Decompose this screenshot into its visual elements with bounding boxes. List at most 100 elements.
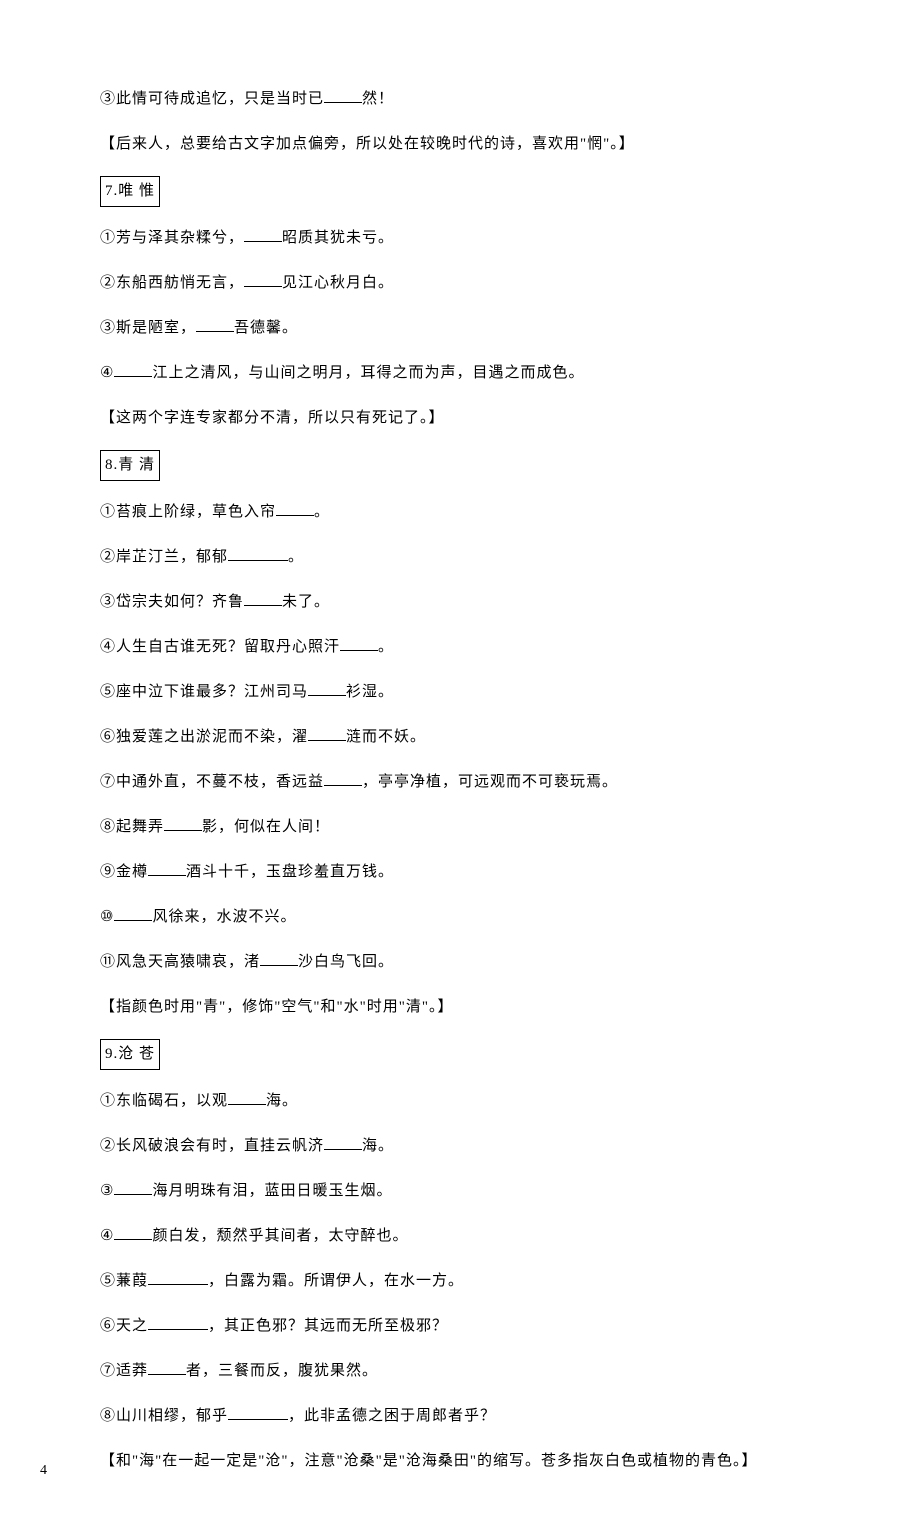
text: 【指颜色时用"青"，修饰"空气"和"水"时用"清"。】	[100, 999, 454, 1015]
text: ，其正色邪？其远而无所至极邪？	[208, 1318, 448, 1334]
text-line: ④颜白发，颓然乎其间者，太守醉也。	[100, 1223, 840, 1250]
text: 未了。	[282, 594, 330, 610]
fill-blank[interactable]	[260, 951, 298, 966]
fill-blank[interactable]	[324, 88, 362, 103]
fill-blank[interactable]	[148, 861, 186, 876]
text-line: ⑤座中泣下谁最多？江州司马 衫湿。	[100, 679, 840, 706]
text: ⑦中通外直，不蔓不枝，香远益	[100, 774, 324, 790]
text: 。	[314, 504, 330, 520]
text: 。	[378, 639, 394, 655]
text: 沙白鸟飞回。	[298, 954, 394, 970]
text-line: ②长风破浪会有时，直挂云帆济 海。	[100, 1133, 840, 1160]
text: ③岱宗夫如何？齐鲁	[100, 594, 244, 610]
fill-blank[interactable]	[148, 1360, 186, 1375]
text-line: ⑪风急天高猿啸哀，渚 沙白鸟飞回。	[100, 949, 840, 976]
text-line: ①东临碣石，以观海。	[100, 1088, 840, 1115]
fill-blank[interactable]	[276, 501, 314, 516]
fill-blank[interactable]	[148, 1315, 208, 1330]
text-line: ③ 海月明珠有泪，蓝田日暖玉生烟。	[100, 1178, 840, 1205]
fill-blank[interactable]	[228, 546, 288, 561]
text: ，此非孟德之困于周郎者乎？	[288, 1408, 496, 1424]
text-line: ④人生自古谁无死？留取丹心照汗。	[100, 634, 840, 661]
section-heading: 9.沧 苍	[100, 1039, 840, 1070]
text: 然！	[362, 91, 394, 107]
text: ⑥天之	[100, 1318, 148, 1334]
text-line: ⑧起舞弄 影，何似在人间！	[100, 814, 840, 841]
text-line: ⑥独爱莲之出淤泥而不染，濯涟而不妖。	[100, 724, 840, 751]
text: 海。	[266, 1093, 298, 1109]
text: 【这两个字连专家都分不清，所以只有死记了。】	[100, 410, 445, 426]
text-line: ③岱宗夫如何？齐鲁 未了。	[100, 589, 840, 616]
fill-blank[interactable]	[324, 771, 362, 786]
text-line: ⑧山川相缪，郁乎 ，此非孟德之困于周郎者乎？	[100, 1403, 840, 1430]
note-line: 【和"海"在一起一定是"沧"，注意"沧桑"是"沧海桑田"的缩写。苍多指灰白色或植…	[100, 1448, 840, 1475]
text: ⑥独爱莲之出淤泥而不染，濯	[100, 729, 308, 745]
fill-blank[interactable]	[244, 591, 282, 606]
text: 衫湿。	[346, 684, 394, 700]
text: 。	[288, 549, 304, 565]
text: 影，何似在人间！	[202, 819, 330, 835]
text: ⑦适莽	[100, 1363, 148, 1379]
text-line: ③此情可待成追忆，只是当时已然！	[100, 86, 840, 113]
text: 者，三餐而反，腹犹果然。	[186, 1363, 378, 1379]
text: ⑪风急天高猿啸哀，渚	[100, 954, 260, 970]
text: 海。	[362, 1138, 394, 1154]
text: ②岸芷汀兰，郁郁	[100, 549, 228, 565]
text: 江上之清风，与山间之明月，耳得之而为声，目遇之而成色。	[152, 365, 584, 381]
note-line: 【这两个字连专家都分不清，所以只有死记了。】	[100, 405, 840, 432]
text: ⑧山川相缪，郁乎	[100, 1408, 228, 1424]
text-line: ⑥天之 ，其正色邪？其远而无所至极邪？	[100, 1313, 840, 1340]
text: ⑩	[100, 909, 114, 925]
text-line: ⑤蒹葭 ，白露为霜。所谓伊人，在水一方。	[100, 1268, 840, 1295]
section-heading: 7.唯 惟	[100, 176, 840, 207]
fill-blank[interactable]	[324, 1135, 362, 1150]
text: 【和"海"在一起一定是"沧"，注意"沧桑"是"沧海桑田"的缩写。苍多指灰白色或植…	[100, 1453, 758, 1469]
text: ⑤座中泣下谁最多？江州司马	[100, 684, 308, 700]
fill-blank[interactable]	[244, 272, 282, 287]
fill-blank[interactable]	[228, 1405, 288, 1420]
text: 昭质其犹未亏。	[282, 230, 394, 246]
fill-blank[interactable]	[114, 362, 152, 377]
text: 【后来人，总要给古文字加点偏旁，所以处在较晚时代的诗，喜欢用"惘"。】	[100, 136, 635, 152]
section-heading: 8.青 清	[100, 450, 840, 481]
text: ，白露为霜。所谓伊人，在水一方。	[208, 1273, 464, 1289]
fill-blank[interactable]	[164, 816, 202, 831]
text: ⑤蒹葭	[100, 1273, 148, 1289]
text: ，亭亭净植，可远观而不可亵玩焉。	[362, 774, 618, 790]
text-line: ①芳与泽其杂糅兮， 昭质其犹未亏。	[100, 225, 840, 252]
document-page: ③此情可待成追忆，只是当时已然！ 【后来人，总要给古文字加点偏旁，所以处在较晚时…	[0, 0, 920, 1523]
text: ②长风破浪会有时，直挂云帆济	[100, 1138, 324, 1154]
text-line: ②岸芷汀兰，郁郁 。	[100, 544, 840, 571]
text: ⑨金樽	[100, 864, 148, 880]
note-line: 【后来人，总要给古文字加点偏旁，所以处在较晚时代的诗，喜欢用"惘"。】	[100, 131, 840, 158]
fill-blank[interactable]	[228, 1090, 266, 1105]
fill-blank[interactable]	[196, 317, 234, 332]
fill-blank[interactable]	[114, 1225, 152, 1240]
text-line: ⑩ 风徐来，水波不兴。	[100, 904, 840, 931]
text: ④	[100, 365, 114, 381]
heading-box: 7.唯 惟	[100, 176, 160, 207]
fill-blank[interactable]	[308, 681, 346, 696]
text: ③	[100, 1183, 114, 1199]
fill-blank[interactable]	[114, 906, 152, 921]
text: ④	[100, 1228, 114, 1244]
page-number: 4	[40, 1458, 47, 1483]
text: ①苔痕上阶绿，草色入帘	[100, 504, 276, 520]
heading-box: 9.沧 苍	[100, 1039, 160, 1070]
text-line: ⑨金樽 酒斗十千，玉盘珍羞直万钱。	[100, 859, 840, 886]
text: 风徐来，水波不兴。	[152, 909, 296, 925]
fill-blank[interactable]	[148, 1270, 208, 1285]
text: 海月明珠有泪，蓝田日暖玉生烟。	[152, 1183, 392, 1199]
text-line: ⑦适莽 者，三餐而反，腹犹果然。	[100, 1358, 840, 1385]
fill-blank[interactable]	[340, 636, 378, 651]
text: 吾德馨。	[234, 320, 298, 336]
fill-blank[interactable]	[244, 227, 282, 242]
text: ①芳与泽其杂糅兮，	[100, 230, 244, 246]
heading-box: 8.青 清	[100, 450, 160, 481]
fill-blank[interactable]	[114, 1180, 152, 1195]
text: ②东船西舫悄无言，	[100, 275, 244, 291]
fill-blank[interactable]	[308, 726, 346, 741]
text: 酒斗十千，玉盘珍羞直万钱。	[186, 864, 394, 880]
text: ⑧起舞弄	[100, 819, 164, 835]
text-line: ①苔痕上阶绿，草色入帘 。	[100, 499, 840, 526]
